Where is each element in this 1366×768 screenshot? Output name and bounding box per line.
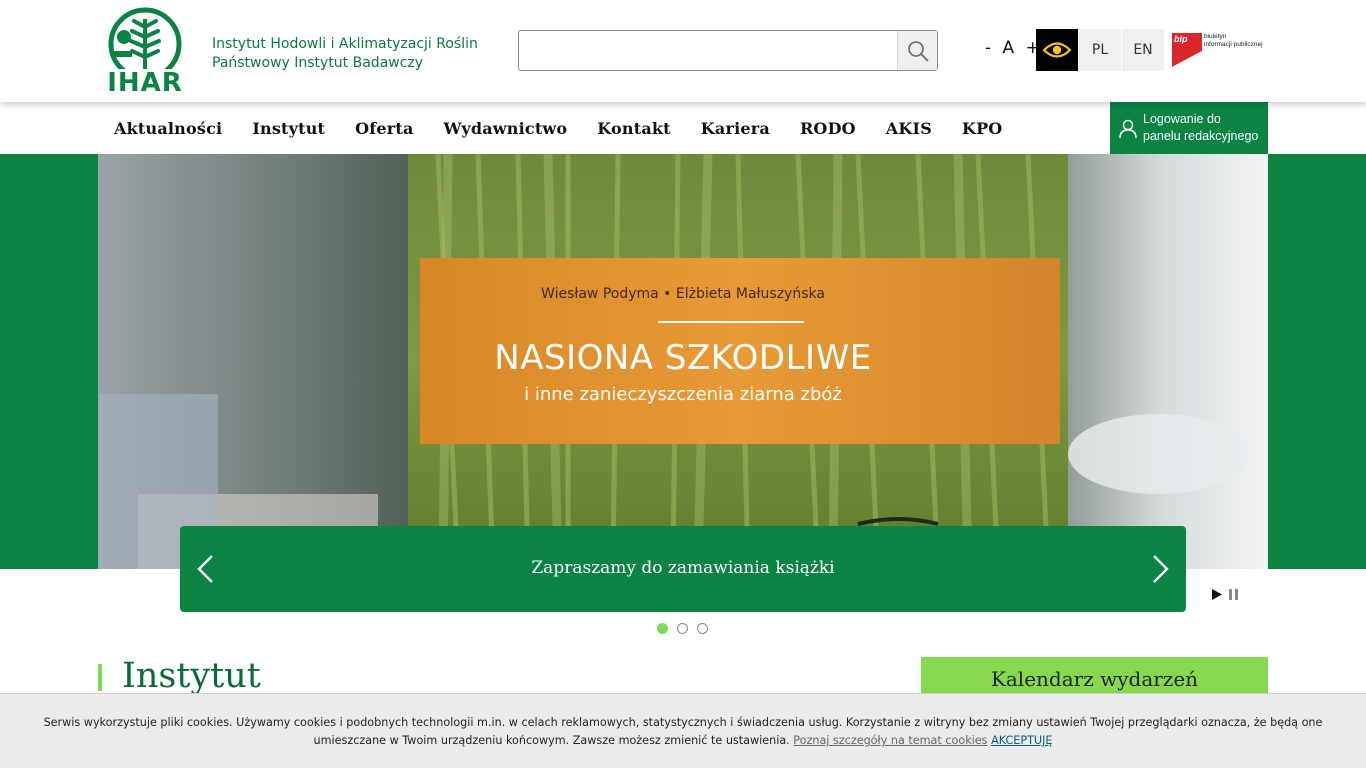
cookie-message: Serwis wykorzystuje pliki cookies. Używa… [43,716,1323,747]
bip-link[interactable]: bip biuletyn informacji publicznej [1172,30,1268,70]
nav-item-rodo[interactable]: RODO [800,119,856,138]
cookie-details-link[interactable]: Poznaj szczegóły na temat cookies [793,734,987,747]
font-normal-button[interactable]: A [1003,38,1016,58]
site-header: IHAR Instytut Hodowli i Aklimatyzacji Ro… [0,0,1366,102]
login-label: Logowanie do panelu redakcyjnego [1143,111,1265,145]
nav-item-kpo[interactable]: KPO [962,119,1002,138]
nav-item-akis[interactable]: AKIS [886,119,932,138]
eye-icon [1043,42,1071,58]
ihar-logo[interactable]: IHAR [98,7,192,98]
login-label-line2: panelu redakcyjnego [1143,129,1259,143]
editor-login-button[interactable]: Logowanie do panelu redakcyjnego [1110,102,1268,154]
logo-wordmark: IHAR [107,68,183,98]
slider-dot-3[interactable] [697,623,708,634]
book-subtitle: i inne zanieczyszczenia ziarna zbóż [524,384,842,405]
cookie-accept-button[interactable]: AKCEPTUJĘ [991,734,1052,747]
main-nav-list: Aktualności Instytut Oferta Wydawnictwo … [114,102,1032,154]
pause-icon[interactable] [1229,589,1239,600]
user-icon [1119,119,1137,139]
nav-item-aktualnosci[interactable]: Aktualności [114,119,222,138]
institute-name[interactable]: Instytut Hodowli i Aklimatyzacji Roślin … [212,35,478,73]
slider-dot-1[interactable] [657,623,668,634]
section-title: Instytut [122,656,261,696]
login-label-line1: Logowanie do [1143,112,1221,126]
chevron-right-icon[interactable] [1148,554,1172,584]
bip-text: biuletyn informacji publicznej [1204,33,1268,49]
search-button[interactable] [897,31,937,70]
calendar-title: Kalendarz wydarzeń [990,667,1199,691]
high-contrast-button[interactable] [1036,29,1078,71]
search-input[interactable] [519,31,899,70]
play-icon[interactable] [1211,588,1223,601]
slide-caption-text[interactable]: Zapraszamy do zamawiania książki [180,558,1186,578]
nav-item-kontakt[interactable]: Kontakt [597,119,671,138]
nav-item-oferta[interactable]: Oferta [355,119,413,138]
nav-item-kariera[interactable]: Kariera [701,119,770,138]
institute-name-line1: Instytut Hodowli i Aklimatyzacji Roślin [212,36,478,52]
section-accent-bar [98,664,102,691]
hero-slide-image[interactable]: Wiesław Podyma • Elżbieta Małuszyńska NA… [98,154,1268,569]
nav-item-instytut[interactable]: Instytut [252,119,325,138]
bip-word: bip [1174,34,1188,44]
slider-pagination [657,623,717,634]
book-title: NASIONA SZKODLIWE [494,338,872,378]
bip-text-line1: biuletyn [1204,33,1227,40]
font-decrease-button[interactable]: - [985,38,992,58]
slider-dot-2[interactable] [677,623,688,634]
search-icon [907,40,929,62]
cookie-banner: Serwis wykorzystuje pliki cookies. Używa… [0,693,1366,768]
language-en-button[interactable]: EN [1122,29,1164,71]
book-authors: Wiesław Podyma • Elżbieta Małuszyńska [541,286,825,302]
search-box [518,30,938,71]
bip-text-line2: informacji publicznej [1204,41,1263,48]
slide-caption: Zapraszamy do zamawiania książki [180,526,1186,612]
nav-item-wydawnictwo[interactable]: Wydawnictwo [444,119,568,138]
institute-name-line2: Państwowy Instytut Badawczy [212,55,424,71]
language-pl-button[interactable]: PL [1079,29,1121,71]
cookie-text-block: Serwis wykorzystuje pliki cookies. Używa… [30,714,1336,750]
